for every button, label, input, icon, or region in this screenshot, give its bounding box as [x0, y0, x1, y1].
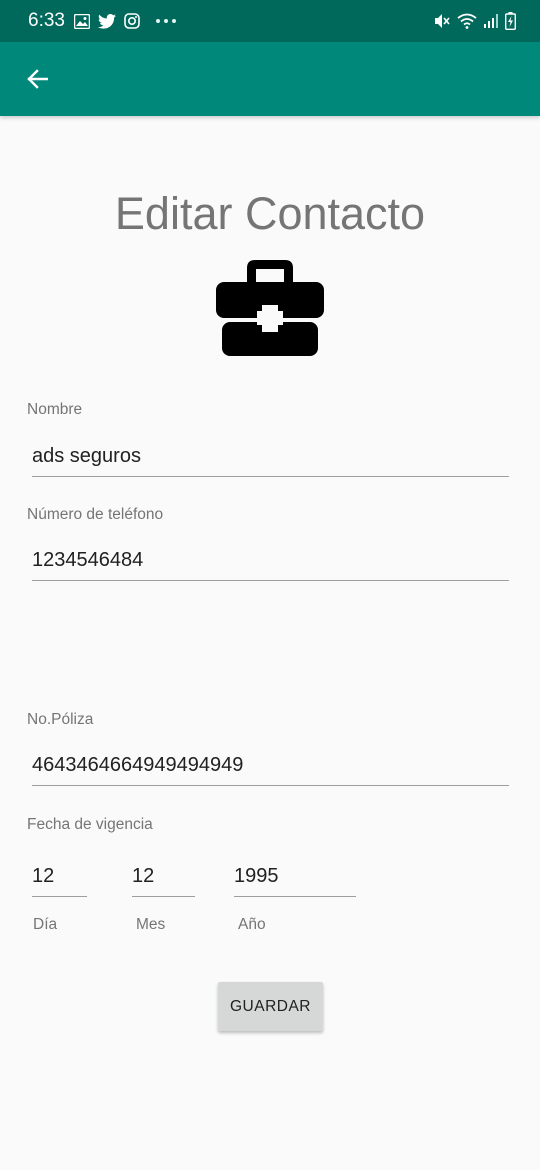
day-value: 12 — [32, 865, 55, 887]
date-label: Fecha de vigencia — [27, 816, 153, 833]
day-label: Día — [33, 916, 58, 933]
policy-label: No.Póliza — [27, 711, 94, 728]
name-label: Nombre — [27, 401, 83, 418]
year-field[interactable]: 1995 — [234, 849, 356, 897]
briefcase-medical-icon — [216, 260, 324, 356]
name-field[interactable]: ads seguros — [32, 429, 509, 477]
status-time: 6:33 — [28, 10, 65, 31]
status-bar: 6:33 — [0, 0, 540, 42]
gallery-icon — [74, 13, 90, 29]
signal-icon — [484, 14, 498, 28]
year-value: 1995 — [234, 865, 279, 887]
phone-value: 1234546484 — [32, 549, 144, 571]
month-value: 12 — [132, 865, 155, 887]
more-dots-icon — [156, 19, 176, 23]
twitter-icon — [98, 13, 116, 29]
name-value: ads seguros — [32, 445, 141, 467]
app-bar — [0, 42, 540, 116]
save-button[interactable]: GUARDAR — [218, 982, 323, 1031]
battery-charging-icon — [505, 12, 516, 30]
instagram-icon — [124, 13, 140, 29]
mute-icon — [435, 14, 450, 28]
notification-icons — [74, 12, 176, 30]
phone-field[interactable]: 1234546484 — [32, 533, 509, 581]
year-label: Año — [238, 916, 266, 933]
arrow-back-icon — [27, 69, 48, 89]
policy-field[interactable]: 4643464664949494949 — [32, 738, 509, 786]
day-field[interactable]: 12 — [32, 849, 87, 897]
wifi-icon — [457, 13, 477, 29]
back-button[interactable] — [16, 58, 58, 100]
phone-label: Número de teléfono — [27, 506, 164, 523]
month-field[interactable]: 12 — [132, 849, 195, 897]
page-title: Editar Contacto — [114, 188, 426, 239]
system-icons — [433, 11, 516, 31]
month-label: Mes — [136, 916, 166, 933]
policy-value: 4643464664949494949 — [32, 754, 244, 776]
